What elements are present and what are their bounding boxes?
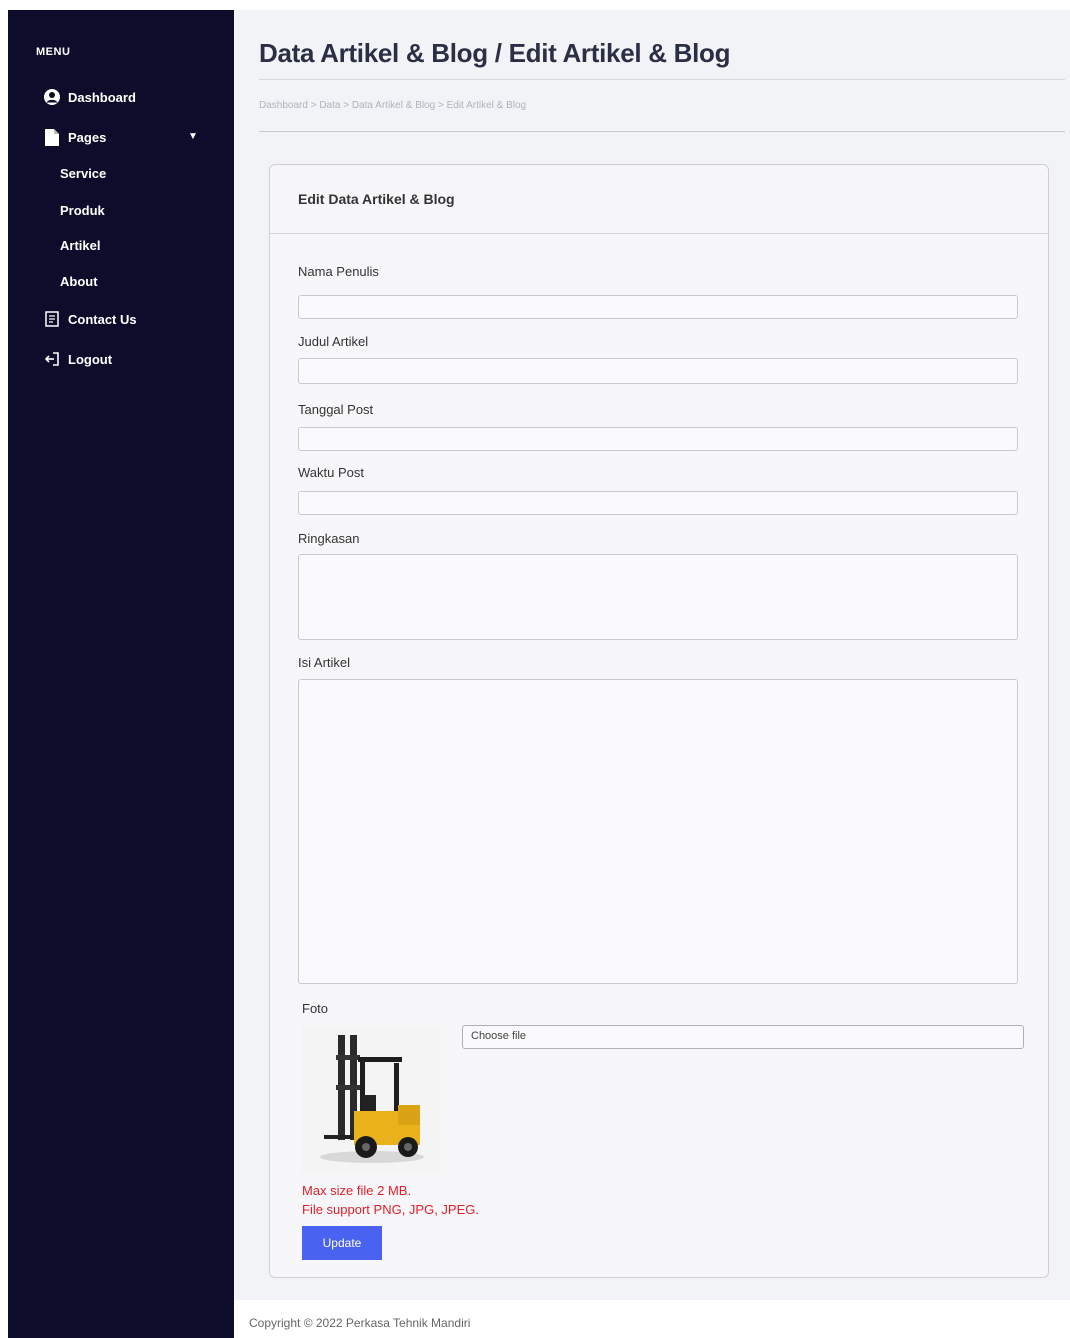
nama-penulis-field[interactable] <box>298 295 1018 319</box>
judul-artikel-field[interactable] <box>298 358 1018 384</box>
waktu-post-field[interactable] <box>298 491 1018 515</box>
isi-artikel-textarea[interactable] <box>298 679 1018 984</box>
sidebar-subitem-about[interactable]: About <box>60 274 98 289</box>
file-size-note: Max size file 2 MB. <box>302 1183 412 1198</box>
waktu-post-label: Waktu Post <box>298 465 364 480</box>
sidebar-item-contact-us[interactable]: Contact Us <box>42 310 137 328</box>
foto-label: Foto <box>302 1001 329 1016</box>
main-content: Data Artikel & Blog / Edit Artikel & Blo… <box>234 10 1070 1300</box>
judul-artikel-label: Judul Artikel <box>298 334 369 349</box>
ringkasan-label: Ringkasan <box>298 531 360 546</box>
forklift-photo <box>302 1025 440 1173</box>
logout-icon <box>42 350 62 368</box>
sidebar-subitem-artikel[interactable]: Artikel <box>60 238 100 253</box>
update-button[interactable]: Update <box>302 1226 382 1260</box>
footer-copyright: Copyright © 2022 Perkasa Tehnik Mandiri <box>249 1316 471 1330</box>
divider <box>259 79 1065 80</box>
sidebar-item-label: Logout <box>68 351 113 367</box>
edit-form-card: Edit Data Artikel & Blog Nama Penulis Ju… <box>269 164 1049 1278</box>
sidebar-item-label: Contact Us <box>68 311 137 327</box>
menu-title: MENU <box>36 46 71 58</box>
ringkasan-textarea[interactable] <box>298 554 1018 640</box>
isi-artikel-label: Isi Artikel <box>298 655 351 670</box>
card-title: Edit Data Artikel & Blog <box>298 191 455 207</box>
sidebar-item-logout[interactable]: Logout <box>42 350 112 368</box>
page-title: Data Artikel & Blog / Edit Artikel & Blo… <box>259 38 731 68</box>
file-icon <box>42 128 62 146</box>
choose-file-button[interactable]: Choose file <box>462 1025 1024 1049</box>
divider <box>259 131 1065 132</box>
user-circle-icon <box>42 88 62 106</box>
sidebar: MENU Dashboard Pages ▼ Service Produk Ar… <box>8 10 234 1338</box>
chevron-down-icon[interactable]: ▼ <box>188 131 198 142</box>
sidebar-subitem-produk[interactable]: Produk <box>60 203 105 218</box>
sidebar-item-label: Pages <box>68 129 107 145</box>
sidebar-item-dashboard[interactable]: Dashboard <box>42 88 136 106</box>
file-type-note: File support PNG, JPG, JPEG. <box>302 1202 479 1217</box>
sidebar-subitem-service[interactable]: Service <box>60 166 106 181</box>
nama-penulis-label: Nama Penulis <box>298 264 379 279</box>
breadcrumb: Dashboard > Data > Data Artikel & Blog >… <box>259 100 527 111</box>
divider <box>270 233 1048 234</box>
sidebar-item-label: Dashboard <box>68 89 136 105</box>
sidebar-item-pages[interactable]: Pages <box>42 128 106 146</box>
contact-form-icon <box>42 310 62 328</box>
tanggal-post-label: Tanggal Post <box>298 402 374 417</box>
tanggal-post-field[interactable] <box>298 427 1018 451</box>
